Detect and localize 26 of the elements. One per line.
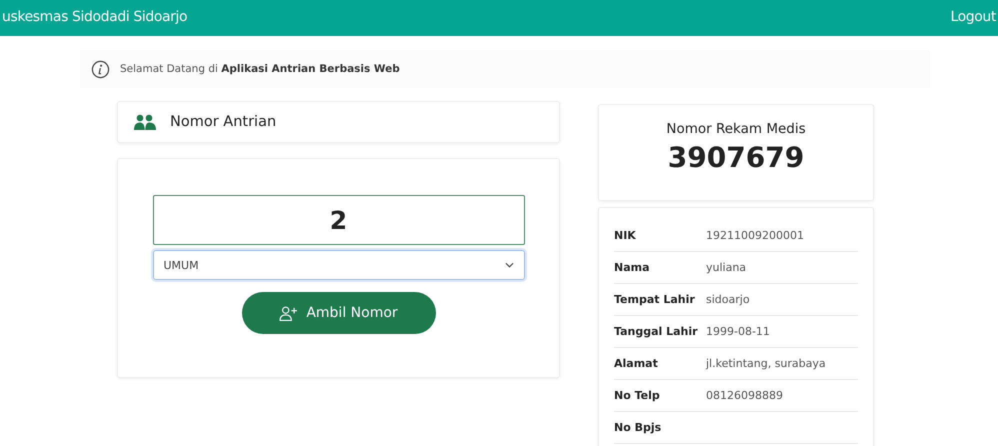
field-label: Nama (614, 261, 650, 274)
field-value: yuliana (706, 261, 746, 274)
add-user-icon (279, 306, 298, 320)
field-label: No Bpjs (614, 421, 662, 434)
field-label: Alamat (614, 357, 658, 370)
field-label: Tanggal Lahir (614, 325, 698, 338)
field-label: No Telp (614, 389, 660, 402)
info-icon (91, 60, 110, 78)
logout-link[interactable]: Logout (950, 9, 996, 25)
field-value: jl.ketintang, surabaya (706, 357, 826, 370)
field-value: sidoarjo (706, 293, 750, 306)
field-value: 08126098889 (706, 389, 783, 402)
category-select[interactable]: UMUM (152, 250, 524, 280)
medical-record-number: 3907679 (668, 141, 804, 174)
field-label: Tempat Lahir (614, 293, 695, 306)
chevron-down-icon (504, 262, 514, 268)
take-number-button[interactable]: Ambil Nomor (242, 292, 436, 334)
queue-number-display: 2 (152, 195, 524, 245)
users-icon (134, 114, 156, 130)
field-label: NIK (614, 229, 636, 242)
medical-record-label: Nomor Rekam Medis (666, 121, 806, 137)
field-value: 1999-08-11 (706, 325, 770, 338)
queue-title: Nomor Antrian (170, 114, 276, 130)
brand-title[interactable]: uskesmas Sidodadi Sidoarjo (2, 9, 188, 25)
welcome-message: Selamat Datang di Aplikasi Antrian Berbasis Web (120, 63, 400, 75)
field-value: 19211009200001 (706, 229, 804, 242)
